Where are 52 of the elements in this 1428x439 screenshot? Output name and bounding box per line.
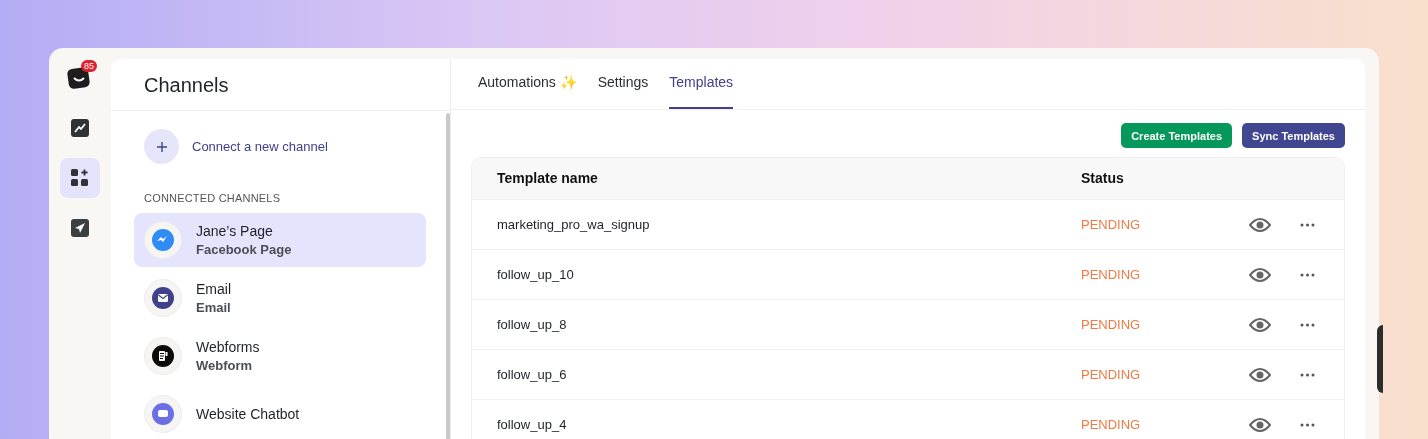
form-icon bbox=[151, 343, 175, 368]
eye-icon bbox=[1249, 266, 1271, 283]
channel-name: Webforms bbox=[196, 337, 260, 356]
column-header: Template name bbox=[496, 169, 599, 189]
ellipsis-icon bbox=[1299, 422, 1315, 427]
create-templates-button[interactable]: Create Templates bbox=[1121, 123, 1233, 149]
plus-icon bbox=[155, 140, 168, 153]
channel-item[interactable]: Email Email bbox=[134, 270, 426, 325]
channel-type: Facebook Page bbox=[196, 241, 292, 258]
template-name: marketing_pro_wa_signup bbox=[496, 216, 651, 235]
eye-icon bbox=[1249, 416, 1271, 433]
sync-templates-button[interactable]: Sync Templates bbox=[1242, 123, 1345, 149]
nav-item[interactable] bbox=[60, 158, 100, 198]
grid-plus-icon bbox=[70, 168, 90, 188]
channel-item[interactable]: Jane’s Page Facebook Page bbox=[134, 212, 426, 267]
chatbot-icon bbox=[151, 401, 175, 426]
channel-name: Website Chatbot bbox=[196, 404, 300, 423]
ellipsis-icon bbox=[1299, 222, 1315, 227]
add-button[interactable] bbox=[144, 129, 179, 164]
ellipsis-icon bbox=[1299, 322, 1315, 327]
status-label: PENDING bbox=[1081, 266, 1142, 285]
channel-type: Webform bbox=[196, 357, 254, 374]
envelope-icon bbox=[151, 285, 175, 310]
template-name: follow_up_4 bbox=[496, 416, 568, 435]
channel-type: Email bbox=[196, 299, 231, 316]
template-name: follow_up_10 bbox=[496, 266, 575, 285]
tab[interactable]: Templates bbox=[669, 72, 734, 110]
eye-icon bbox=[1249, 316, 1271, 333]
side-handle[interactable] bbox=[1377, 325, 1383, 393]
tab[interactable]: Automations ✨ bbox=[478, 72, 577, 110]
status-label: PENDING bbox=[1081, 416, 1142, 435]
channel-item[interactable]: Webforms Webform bbox=[134, 328, 426, 383]
section-label: CONNECTED CHANNELS bbox=[143, 191, 282, 206]
tab[interactable]: Settings bbox=[597, 72, 649, 110]
eye-icon bbox=[1249, 216, 1271, 233]
column-header: Status bbox=[1081, 169, 1124, 189]
connect-channel-link[interactable]: Connect a new channel bbox=[192, 136, 328, 157]
channel-item[interactable]: Website Chatbot bbox=[134, 386, 426, 439]
channel-name: Jane’s Page bbox=[196, 221, 274, 240]
channel-name: Email bbox=[196, 279, 231, 298]
status-label: PENDING bbox=[1081, 316, 1142, 335]
status-label: PENDING bbox=[1081, 216, 1142, 235]
panel-title: Channels bbox=[111, 59, 450, 111]
ellipsis-icon bbox=[1299, 372, 1315, 377]
eye-icon bbox=[1249, 366, 1271, 383]
status-label: PENDING bbox=[1081, 366, 1142, 385]
messenger-icon bbox=[151, 227, 175, 252]
ellipsis-icon bbox=[1299, 272, 1315, 277]
template-name: follow_up_6 bbox=[496, 366, 568, 385]
template-name: follow_up_8 bbox=[496, 316, 568, 335]
notification-badge: 85 bbox=[81, 60, 97, 72]
send-icon bbox=[70, 218, 90, 238]
